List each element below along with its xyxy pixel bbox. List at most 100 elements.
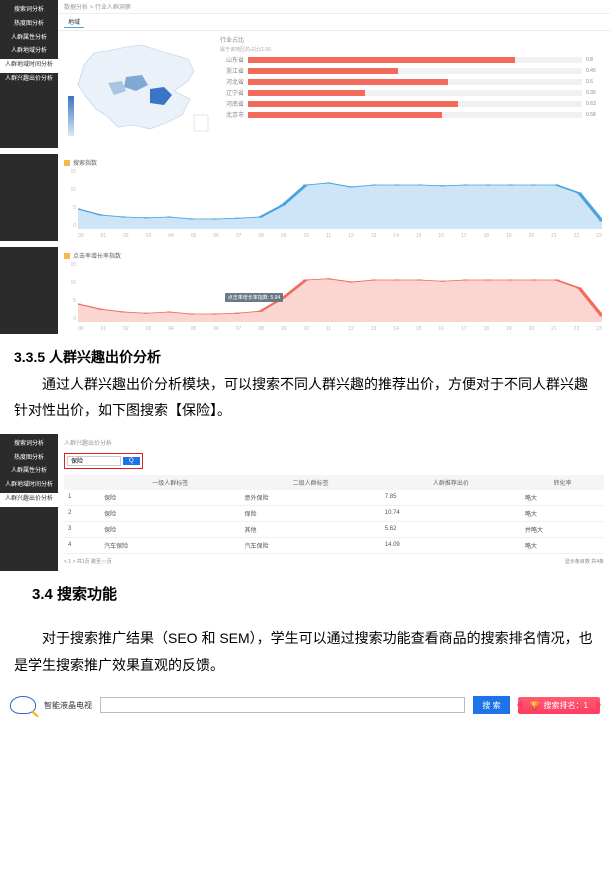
sidebar: 搜索词分析 热度图分析 人群属性分析 人群地域分析 人群地域时间分析 人群兴趣出… [0, 0, 58, 148]
rank-row: 辽宁省 0.35 [220, 88, 604, 97]
table-cell: 略大 [521, 490, 604, 506]
table-cell: 保险 [100, 521, 240, 537]
sidebar-item-keyword[interactable]: 搜索词分析 [0, 438, 58, 452]
map-panel: 搜索词分析 热度图分析 人群属性分析 人群地域分析 人群地域时间分析 人群兴趣出… [0, 0, 610, 148]
table-cell: 保险 [100, 490, 240, 506]
trophy-icon: 🏆 [530, 701, 540, 710]
map-legend [68, 96, 74, 136]
rank-value: 0.6 [586, 79, 604, 85]
table-row: 2保险保险10.74略大 [64, 505, 604, 521]
table-cell: 并略大 [521, 521, 604, 537]
chart-head: 搜索指数 [64, 158, 604, 167]
pager-right: 显示条目数 共4条 [565, 558, 604, 565]
sidebar-placeholder [0, 247, 58, 334]
tab-strip: 地域 [58, 14, 610, 31]
rank-label: 河北省 [220, 77, 244, 86]
rank-bar [248, 68, 582, 74]
rank-ribbon-label: 搜索排名：1 [544, 700, 588, 711]
chart-head: 点击率增长率指数 [64, 251, 604, 260]
heading-335: 3.3.5 人群兴趣出价分析 [14, 344, 596, 371]
rank-row: 山东省 0.8 [220, 55, 604, 64]
sidebar: 搜索词分析 热度图分析 人群属性分析 人群地域时间分析 人群兴趣出价分析 [0, 434, 58, 571]
sidebar-item-heatmap[interactable]: 热度图分析 [0, 452, 58, 466]
rank-value: 0.35 [586, 90, 604, 96]
table-cell: 2 [64, 505, 100, 521]
table-cell: 保险 [240, 505, 380, 521]
table-cell: 10.74 [381, 505, 521, 521]
sidebar-item-attr[interactable]: 人群属性分析 [0, 465, 58, 479]
sidebar-item-region-time[interactable]: 人群地域时间分析 [0, 59, 58, 73]
col-l1: 一级人群标签 [100, 475, 240, 490]
table-cell: 略大 [521, 537, 604, 553]
rank-label: 辽宁省 [220, 88, 244, 97]
x-axis: 0001020304050607080910111213141516171819… [78, 233, 602, 239]
china-map [64, 35, 214, 140]
interest-bid-panel: 搜索词分析 热度图分析 人群属性分析 人群地域时间分析 人群兴趣出价分析 人群兴… [0, 434, 610, 571]
interest-search-input[interactable] [67, 456, 121, 466]
panel-body: 数据分析 > 行业人群洞察 地域 行业占比 属于该地区的占比/1.00 山东省 0… [58, 0, 610, 148]
section-335: 3.3.5 人群兴趣出价分析 通过人群兴趣出价分析模块，可以搜索不同人群兴趣的推… [0, 334, 610, 434]
rank-label: 浙江省 [220, 66, 244, 75]
table-cell: 1 [64, 490, 100, 506]
sidebar-item-region[interactable]: 人群地域分析 [0, 45, 58, 59]
rank-label: 河南省 [220, 99, 244, 108]
main-search-button[interactable]: 搜 索 [473, 696, 509, 714]
pager: < 1 > 共1页 跳至 □ 页 显示条目数 共4条 [64, 558, 604, 565]
paragraph: 通过人群兴趣出价分析模块，可以搜索不同人群兴趣的推荐出价，方便对于不同人群兴趣针… [14, 371, 596, 424]
rank-row: 河南省 0.63 [220, 99, 604, 108]
rank-bar [248, 79, 582, 85]
table-cell: 保险 [100, 505, 240, 521]
tab-region[interactable]: 地域 [64, 16, 84, 28]
search-bar-figure: 智能液晶电视 搜 索 🏆 搜索排名：1 [0, 688, 610, 754]
table-row: 3保险其他5.62并略大 [64, 521, 604, 537]
chart-title: 搜索指数 [73, 158, 97, 167]
ctr-growth-chart: 点击率增长率指数 151050 点击率增长率指数: 5.94 000102030… [0, 247, 610, 334]
paragraph: 对于搜索推广结果（SEO 和 SEM），学生可以通过搜索功能查看商品的搜索排名情… [14, 625, 596, 678]
table-cell: 7.85 [381, 490, 521, 506]
table-cell: 意外保险 [240, 490, 380, 506]
x-axis: 0001020304050607080910111213141516171819… [78, 326, 602, 332]
chart-plot [78, 169, 602, 229]
rank-value: 0.8 [586, 57, 604, 63]
pager-left[interactable]: < 1 > 共1页 跳至 □ 页 [64, 558, 112, 565]
heading-34: 3.4 搜索功能 [32, 581, 596, 610]
y-axis: 151050 [64, 262, 76, 322]
chart-plot: 点击率增长率指数: 5.94 [78, 262, 602, 322]
rank-bar [248, 90, 582, 96]
rank-value: 0.45 [586, 68, 604, 74]
rank-row: 河北省 0.6 [220, 77, 604, 86]
y-axis: 151050 [64, 169, 76, 229]
interest-search-button[interactable]: Q [123, 457, 140, 465]
rank-ribbon: 🏆 搜索排名：1 [518, 697, 600, 714]
table-cell: 略大 [521, 505, 604, 521]
rank-list: 行业占比 属于该地区的占比/1.00 山东省 0.8 浙江省 0.45 河北省 0.6… [220, 35, 604, 140]
sidebar-item-interest[interactable]: 人群兴趣出价分析 [0, 493, 58, 507]
rank-label: 山东省 [220, 55, 244, 64]
legend-swatch-icon [64, 160, 70, 166]
sidebar-item-attr[interactable]: 人群属性分析 [0, 32, 58, 46]
sidebar-item-interest[interactable]: 人群兴趣出价分析 [0, 73, 58, 87]
sidebar-item-heatmap[interactable]: 热度图分析 [0, 18, 58, 32]
col-index [64, 475, 100, 490]
col-cvr: 转化率 [521, 475, 604, 490]
breadcrumb: 数据分析 > 行业人群洞察 [58, 0, 610, 14]
chart-title: 点击率增长率指数 [73, 251, 121, 260]
rank-value: 0.63 [586, 101, 604, 107]
search-index-chart: 搜索指数 151050 0001020304050607080910111213… [0, 154, 610, 241]
table-cell: 5.62 [381, 521, 521, 537]
table-cell: 14.09 [381, 537, 521, 553]
sidebar-item-region-time[interactable]: 人群地域时间分析 [0, 479, 58, 493]
rank-title: 行业占比 [220, 35, 604, 44]
main-search-input[interactable] [100, 697, 465, 713]
rank-bar [248, 112, 582, 118]
rank-bar [248, 101, 582, 107]
table-cell: 汽车保险 [100, 537, 240, 553]
table-cell: 汽车保险 [240, 537, 380, 553]
sidebar-item-keyword[interactable]: 搜索词分析 [0, 4, 58, 18]
legend-swatch-icon [64, 253, 70, 259]
product-name: 智能液晶电视 [44, 700, 92, 711]
search-box-highlight: Q [64, 453, 143, 469]
rank-row: 浙江省 0.45 [220, 66, 604, 75]
section-34: 3.4 搜索功能 对于搜索推广结果（SEO 和 SEM），学生可以通过搜索功能查… [0, 571, 610, 689]
rank-subtitle: 属于该地区的占比/1.00 [220, 46, 604, 53]
